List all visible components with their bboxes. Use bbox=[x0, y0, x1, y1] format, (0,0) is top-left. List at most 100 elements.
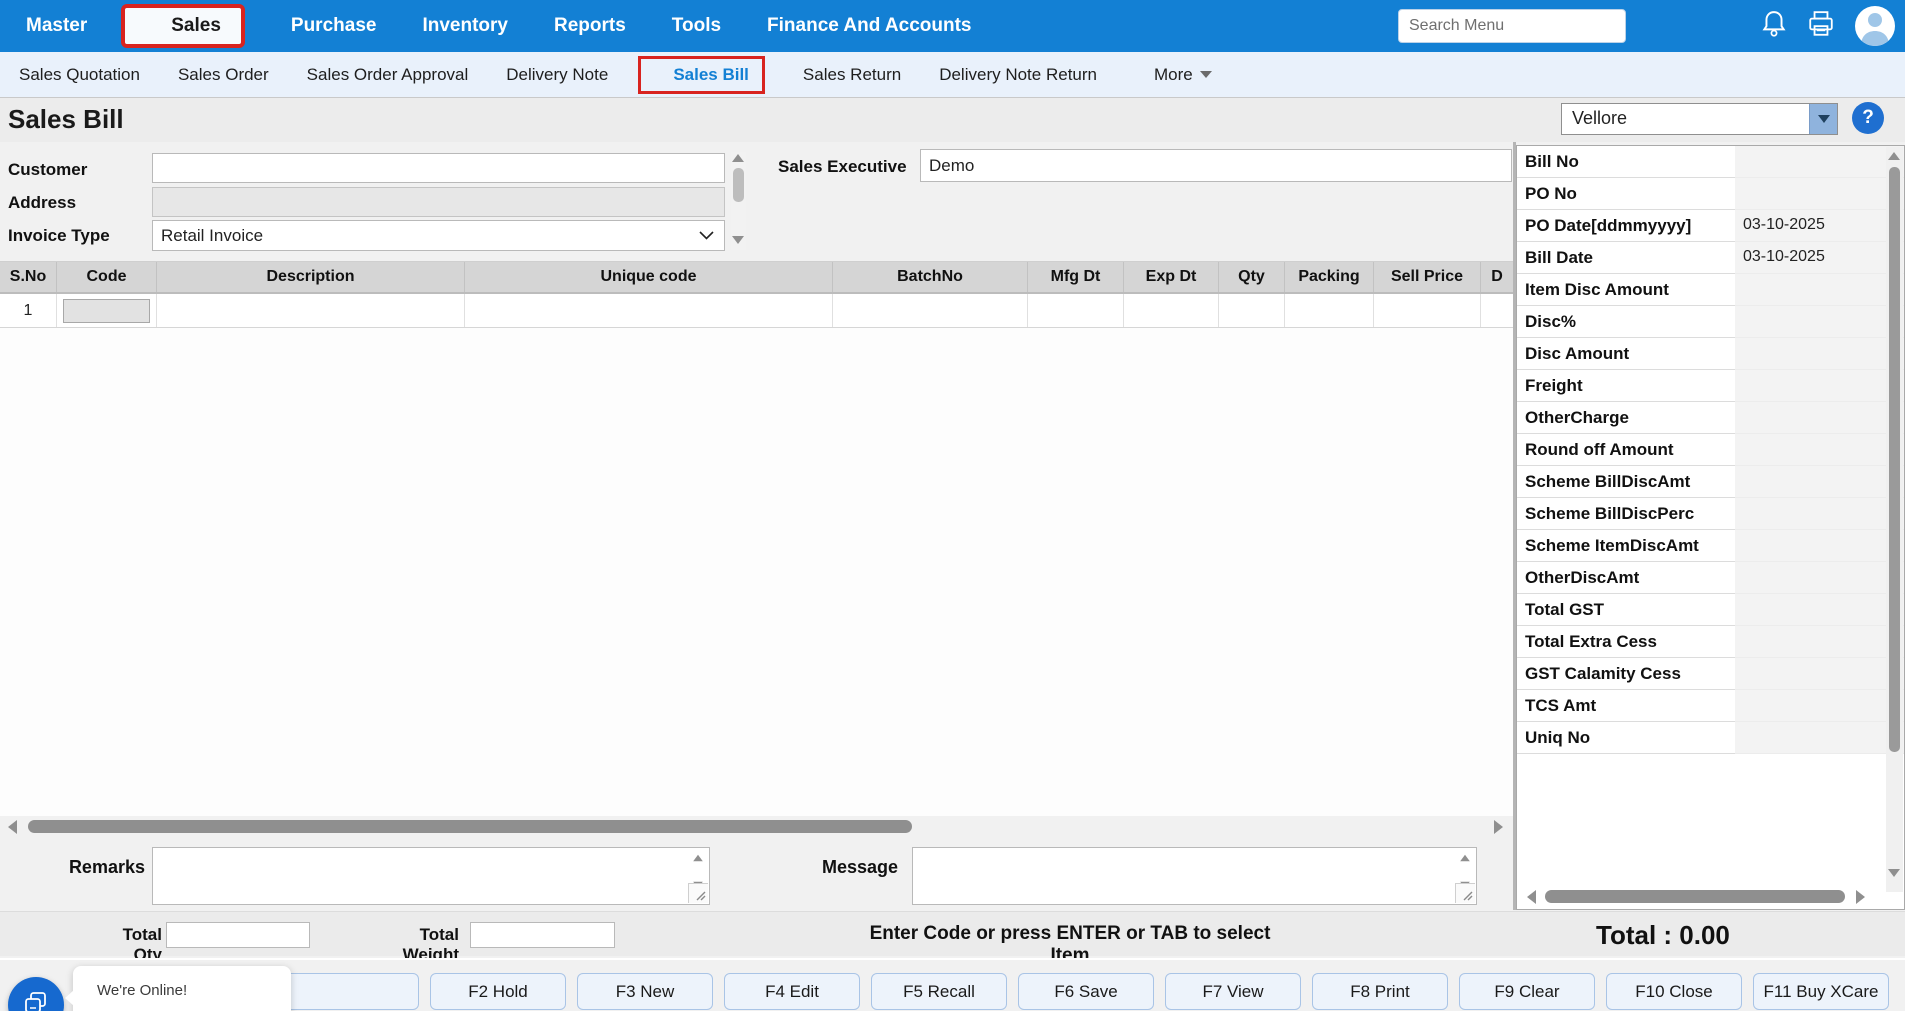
scroll-left-icon[interactable] bbox=[1527, 890, 1536, 904]
panel-value[interactable]: 03-10-2025 bbox=[1735, 242, 1904, 274]
panel-label: Scheme BillDiscPerc bbox=[1517, 498, 1735, 530]
tab-more[interactable]: More bbox=[1135, 65, 1212, 85]
tab-sales-order-approval[interactable]: Sales Order Approval bbox=[307, 65, 469, 85]
sales-executive-input[interactable] bbox=[920, 149, 1512, 182]
search-menu-input[interactable] bbox=[1398, 9, 1626, 43]
branch-select[interactable]: Vellore bbox=[1561, 103, 1838, 135]
f4-edit-button[interactable]: F4 Edit bbox=[724, 973, 860, 1010]
grid-header: S.No Code Description Unique code BatchN… bbox=[0, 262, 1513, 294]
scroll-up-icon[interactable] bbox=[732, 154, 744, 162]
tab-delivery-note[interactable]: Delivery Note bbox=[506, 65, 608, 85]
panel-value[interactable]: 03-10-2025 bbox=[1735, 210, 1904, 242]
nav-sales[interactable]: Sales bbox=[171, 15, 221, 37]
scrollbar-thumb[interactable] bbox=[28, 820, 912, 833]
panel-label: GST Calamity Cess bbox=[1517, 658, 1735, 690]
printer-icon[interactable] bbox=[1807, 10, 1835, 43]
scroll-up-icon[interactable] bbox=[1460, 855, 1470, 861]
chat-status-tooltip[interactable]: We're Online! bbox=[73, 966, 291, 1011]
notification-bell-icon[interactable] bbox=[1761, 10, 1787, 43]
remarks-textarea[interactable] bbox=[152, 847, 710, 905]
customer-input[interactable] bbox=[152, 153, 725, 183]
panel-label: PO No bbox=[1517, 178, 1735, 210]
tab-delivery-note-return[interactable]: Delivery Note Return bbox=[939, 65, 1097, 85]
resize-grip-icon[interactable] bbox=[1455, 883, 1475, 903]
f8-print-button[interactable]: F8 Print bbox=[1312, 973, 1448, 1010]
nav-purchase[interactable]: Purchase bbox=[291, 15, 377, 37]
cell-batchno[interactable] bbox=[833, 294, 1028, 327]
code-input[interactable] bbox=[63, 299, 150, 323]
cell-code bbox=[57, 294, 157, 327]
panel-row: Disc% bbox=[1517, 306, 1904, 338]
grid-horizontal-scrollbar[interactable] bbox=[0, 818, 1513, 836]
f10-close-button[interactable]: F10 Close bbox=[1606, 973, 1742, 1010]
f1-button[interactable] bbox=[283, 973, 419, 1010]
panel-value[interactable] bbox=[1735, 722, 1904, 754]
tab-sales-quotation[interactable]: Sales Quotation bbox=[19, 65, 140, 85]
tab-sales-order[interactable]: Sales Order bbox=[178, 65, 269, 85]
nav-finance-and-accounts[interactable]: Finance And Accounts bbox=[767, 15, 971, 37]
nav-reports[interactable]: Reports bbox=[554, 15, 626, 37]
panel-value[interactable] bbox=[1735, 178, 1904, 210]
f11-buy-xcare-button[interactable]: F11 Buy XCare bbox=[1753, 973, 1889, 1010]
f7-view-button[interactable]: F7 View bbox=[1165, 973, 1301, 1010]
invoice-type-select[interactable]: Retail Invoice bbox=[152, 220, 725, 251]
scroll-up-icon[interactable] bbox=[693, 855, 703, 861]
resize-grip-icon[interactable] bbox=[688, 883, 708, 903]
scroll-right-icon[interactable] bbox=[1856, 890, 1865, 904]
panel-value[interactable] bbox=[1735, 626, 1904, 658]
panel-horizontal-scrollbar[interactable] bbox=[1519, 889, 1887, 905]
f9-clear-button[interactable]: F9 Clear bbox=[1459, 973, 1595, 1010]
panel-value[interactable] bbox=[1735, 562, 1904, 594]
panel-value[interactable] bbox=[1735, 466, 1904, 498]
panel-value[interactable] bbox=[1735, 146, 1904, 178]
cell-disc[interactable] bbox=[1481, 294, 1513, 327]
total-weight-input[interactable] bbox=[470, 922, 615, 948]
panel-row: Total GST bbox=[1517, 594, 1904, 626]
cell-sell-price[interactable] bbox=[1374, 294, 1481, 327]
scroll-up-icon[interactable] bbox=[1888, 152, 1900, 160]
customer-label: Customer bbox=[8, 160, 87, 180]
help-icon[interactable]: ? bbox=[1852, 102, 1884, 134]
total-qty-input[interactable] bbox=[166, 922, 310, 948]
nav-master[interactable]: Master bbox=[26, 15, 87, 37]
cell-exp-dt[interactable] bbox=[1124, 294, 1219, 327]
cell-qty[interactable] bbox=[1219, 294, 1285, 327]
panel-value[interactable] bbox=[1735, 338, 1904, 370]
scroll-left-icon[interactable] bbox=[8, 820, 17, 834]
cell-mfg-dt[interactable] bbox=[1028, 294, 1124, 327]
tab-sales-bill[interactable]: Sales Bill bbox=[673, 65, 749, 85]
panel-value[interactable] bbox=[1735, 370, 1904, 402]
panel-value[interactable] bbox=[1735, 530, 1904, 562]
message-label: Message bbox=[820, 857, 898, 878]
panel-value[interactable] bbox=[1735, 274, 1904, 306]
branch-select-arrow[interactable] bbox=[1809, 104, 1837, 134]
panel-value[interactable] bbox=[1735, 594, 1904, 626]
scrollbar-thumb[interactable] bbox=[1545, 890, 1845, 903]
message-textarea[interactable] bbox=[912, 847, 1477, 905]
scroll-right-icon[interactable] bbox=[1494, 820, 1503, 834]
panel-value[interactable] bbox=[1735, 498, 1904, 530]
panel-value[interactable] bbox=[1735, 434, 1904, 466]
scroll-down-icon[interactable] bbox=[1888, 869, 1900, 877]
cell-packing[interactable] bbox=[1285, 294, 1374, 327]
f2-hold-button[interactable]: F2 Hold bbox=[430, 973, 566, 1010]
nav-inventory[interactable]: Inventory bbox=[422, 15, 508, 37]
panel-value[interactable] bbox=[1735, 402, 1904, 434]
scrollbar-thumb[interactable] bbox=[1889, 167, 1900, 752]
form-scrollbar[interactable] bbox=[731, 152, 746, 250]
address-field[interactable] bbox=[152, 187, 725, 217]
f5-recall-button[interactable]: F5 Recall bbox=[871, 973, 1007, 1010]
cell-description[interactable] bbox=[157, 294, 465, 327]
f6-save-button[interactable]: F6 Save bbox=[1018, 973, 1154, 1010]
panel-value[interactable] bbox=[1735, 690, 1904, 722]
user-avatar[interactable] bbox=[1855, 6, 1895, 46]
cell-unique-code[interactable] bbox=[465, 294, 833, 327]
nav-tools[interactable]: Tools bbox=[672, 15, 721, 37]
panel-vertical-scrollbar[interactable] bbox=[1886, 147, 1903, 892]
panel-value[interactable] bbox=[1735, 658, 1904, 690]
tab-sales-return[interactable]: Sales Return bbox=[803, 65, 901, 85]
panel-value[interactable] bbox=[1735, 306, 1904, 338]
scroll-down-icon[interactable] bbox=[732, 236, 744, 244]
scrollbar-thumb[interactable] bbox=[733, 168, 744, 202]
f3-new-button[interactable]: F3 New bbox=[577, 973, 713, 1010]
